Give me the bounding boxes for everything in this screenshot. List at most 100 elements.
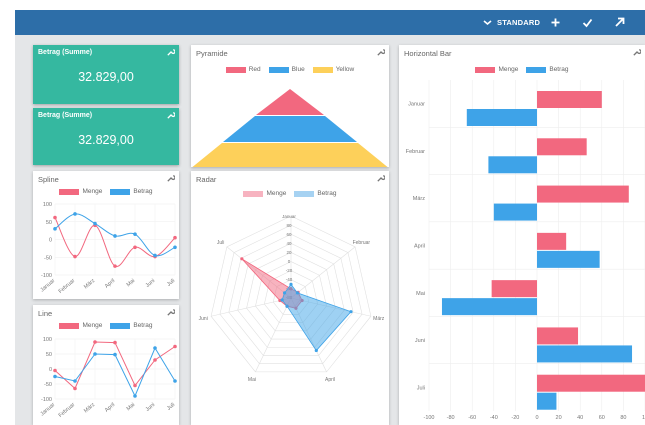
standard-view-selector[interactable]: STANDARD xyxy=(497,10,540,35)
plus-icon[interactable] xyxy=(549,16,562,29)
chevron-down-icon[interactable] xyxy=(481,16,494,29)
x-tick-label: Mai xyxy=(126,278,137,288)
kpi-card[interactable]: Betrag (Summe) 32.829,00 xyxy=(33,108,179,165)
data-point xyxy=(73,379,77,383)
pyramid-chart-card[interactable]: Pyramide Red Blue Yellow xyxy=(191,45,389,167)
y-tick-label: 50 xyxy=(46,220,52,226)
x-tick-label: -60 xyxy=(468,415,476,421)
radar-spoke xyxy=(255,297,292,373)
wrench-icon[interactable] xyxy=(166,111,175,120)
y-tick-label: 100 xyxy=(43,337,52,343)
bar-menge xyxy=(537,138,587,156)
line-chart-card[interactable]: Line Menge Betrag 100 50 0 -50 -100 Januar Feb… xyxy=(33,305,179,425)
bar-menge xyxy=(537,374,645,392)
bar-menge xyxy=(537,327,579,345)
x-tick-label: Juli xyxy=(166,402,176,412)
x-tick-label: März xyxy=(83,278,96,291)
bar-betrag xyxy=(537,392,557,410)
y-tick-label: -50 xyxy=(44,382,52,388)
x-tick-label: Juni xyxy=(145,402,157,413)
data-point xyxy=(173,379,177,383)
bar-betrag xyxy=(441,298,537,316)
y-tick-label: Januar xyxy=(408,102,425,108)
data-point xyxy=(113,340,117,345)
pyramid-segment-blue xyxy=(223,116,357,142)
kpi-value: 32.829,00 xyxy=(78,70,134,84)
x-tick-label: Januar xyxy=(40,402,57,418)
kpi-title: Betrag (Summe) xyxy=(38,49,93,56)
x-tick-label: Mai xyxy=(126,402,137,412)
pyramid-plot xyxy=(192,89,388,167)
y-tick-label: März xyxy=(413,196,425,202)
data-point xyxy=(282,291,287,295)
radar-scale-label: 20 xyxy=(286,250,292,255)
y-tick-label: 100 xyxy=(43,202,52,208)
data-point xyxy=(53,215,57,220)
data-point xyxy=(53,374,57,379)
wrench-icon[interactable] xyxy=(376,48,385,57)
hbar-plot: -100-80-60-40-2002040608010JanuarFebruar… xyxy=(406,80,645,421)
y-tick-label: 0 xyxy=(49,238,52,244)
radar-plot: Januar806040200-20-40-60-80FebruarMärzAp… xyxy=(199,214,385,383)
data-point xyxy=(73,386,77,391)
x-tick-label: Juni xyxy=(145,278,157,289)
data-point xyxy=(173,344,177,349)
data-point xyxy=(53,227,57,231)
spline-chart-card[interactable]: Spline Menge Betrag 100 50 0 -50 -100 Januar F… xyxy=(33,171,179,299)
wrench-icon[interactable] xyxy=(166,48,175,57)
x-tick-label: 0 xyxy=(535,415,538,421)
y-tick-label: -50 xyxy=(44,255,52,261)
radar-axis-label: April xyxy=(325,377,335,383)
kpi-title: Betrag (Summe) xyxy=(38,112,93,119)
x-tick-label: Februar xyxy=(58,402,77,419)
x-tick-label: Juli xyxy=(166,278,176,288)
y-tick-label: April xyxy=(414,244,425,250)
pyramid-segment-yellow xyxy=(192,143,388,167)
data-point xyxy=(285,304,289,308)
radar-axis-label: Juli xyxy=(217,240,225,246)
line-plot: 100 50 0 -50 -100Januar Februar März April Mai Ju… xyxy=(40,337,177,419)
data-point xyxy=(113,234,117,238)
bar-menge xyxy=(537,232,567,250)
kpi-card[interactable]: Betrag (Summe) 32.829,00 xyxy=(33,45,179,104)
spline-plot: 100 50 0 -50 -100Januar Februar März April Mai Ju… xyxy=(40,202,177,295)
radar-scale-label: 60 xyxy=(286,232,292,237)
bar-menge xyxy=(537,185,629,203)
radar-axis-label: Juni xyxy=(199,316,208,322)
legend-item[interactable]: Red xyxy=(225,66,261,73)
bar-betrag xyxy=(493,203,537,221)
data-point xyxy=(295,291,300,295)
data-point xyxy=(173,235,177,240)
y-tick-label: Mai xyxy=(416,291,425,297)
x-tick-label: -20 xyxy=(511,415,519,421)
x-tick-label: -80 xyxy=(447,415,455,421)
x-tick-label: Februar xyxy=(58,278,77,295)
data-point xyxy=(73,212,77,216)
expand-icon[interactable] xyxy=(613,16,626,29)
data-point xyxy=(153,253,157,258)
y-tick-label: Juli xyxy=(417,385,425,391)
legend-item[interactable]: Blue xyxy=(268,66,305,73)
radar-scale-label: -20 xyxy=(286,268,293,273)
x-tick-label: April xyxy=(104,278,116,290)
y-tick-label: Juni xyxy=(415,338,425,344)
radar-chart-card[interactable]: Radar Menge Betrag Januar 80 60 40 20 0 -20 -40… xyxy=(191,171,389,425)
y-tick-label: Februar xyxy=(406,149,425,155)
radar-scale-label: 40 xyxy=(286,241,292,246)
data-point xyxy=(153,346,157,350)
check-icon[interactable] xyxy=(581,16,594,29)
pyramid-segment-red xyxy=(256,89,324,115)
x-tick-label: -40 xyxy=(490,415,498,421)
legend-item[interactable]: Yellow xyxy=(312,66,354,73)
data-point xyxy=(173,245,177,250)
x-tick-label: März xyxy=(83,402,96,415)
data-point xyxy=(153,358,157,362)
data-point xyxy=(133,245,137,250)
radar-scale-label: 80 xyxy=(286,223,292,228)
data-point xyxy=(280,298,284,302)
data-point xyxy=(133,394,137,398)
y-tick-label: -100 xyxy=(41,397,52,403)
radar-scale-label: 0 xyxy=(288,259,291,264)
horizontal-bar-chart-card[interactable]: Horizontal Bar Menge Betrag -100 -80 -60 -4… xyxy=(399,45,645,425)
y-tick-label: 50 xyxy=(46,352,52,358)
